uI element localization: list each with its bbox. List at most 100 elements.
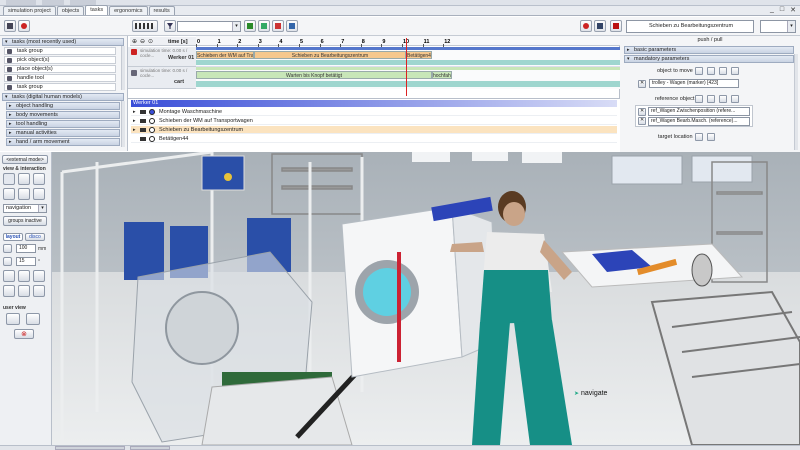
- close-icon[interactable]: ✕: [790, 6, 796, 14]
- clear-object-button[interactable]: [719, 67, 727, 75]
- distribute-button[interactable]: [3, 285, 15, 297]
- task-tree-header[interactable]: Werker 01: [131, 100, 617, 107]
- refresh-reference-button[interactable]: [731, 95, 739, 103]
- minimize-icon[interactable]: _: [770, 6, 774, 14]
- tab-simulation-project[interactable]: simulation project: [3, 6, 56, 15]
- reference-field[interactable]: ref_Wagen Bearb.Masch. (reference)...: [648, 117, 750, 126]
- pick-object-button[interactable]: [695, 67, 703, 75]
- pick-reference-button[interactable]: [695, 95, 703, 103]
- refresh-location-button[interactable]: [707, 133, 715, 141]
- scrollbar[interactable]: [121, 46, 125, 90]
- timeline-task[interactable]: Schieben der WM auf Tran: [196, 51, 254, 59]
- select-reference-button[interactable]: [707, 95, 715, 103]
- timeline-task[interactable]: Warten bis Knopf betätigt: [196, 71, 432, 79]
- rotate-tool-button[interactable]: [33, 173, 45, 185]
- tab-results[interactable]: results: [148, 6, 175, 15]
- groups-inactive-button[interactable]: groups inactive: [3, 216, 47, 226]
- pick-location-button[interactable]: [695, 133, 703, 141]
- external-mode-button[interactable]: <external mode>: [2, 155, 48, 164]
- select-object-button[interactable]: [707, 67, 715, 75]
- navigation-combo[interactable]: navigation ▾: [3, 204, 47, 213]
- task-filter-combo[interactable]: ▾: [177, 21, 241, 32]
- stop-button[interactable]: [272, 20, 284, 32]
- list-item[interactable]: place object(s): [4, 65, 116, 73]
- pan-tool-button[interactable]: [18, 173, 30, 185]
- selected-object-field[interactable]: Schieben zu Bearbeitungszentrum: [626, 20, 754, 33]
- list-item[interactable]: pick object(s): [4, 56, 116, 64]
- refresh-view-button[interactable]: [26, 313, 40, 325]
- remove-object-button[interactable]: ✕: [638, 80, 646, 88]
- filter-button[interactable]: [164, 20, 176, 32]
- angle-icon[interactable]: [3, 257, 12, 266]
- list-item[interactable]: task group: [4, 83, 116, 91]
- timeline-task[interactable]: Schieben zu Bearbeitungszentrum: [254, 51, 406, 59]
- chevron-down-icon[interactable]: ▾: [232, 22, 240, 31]
- zoom-fit-icon[interactable]: ⊙: [148, 38, 153, 45]
- walk-figures-button[interactable]: [132, 20, 158, 32]
- record-button[interactable]: [580, 20, 592, 32]
- clear-reference-button[interactable]: [719, 95, 727, 103]
- reset-view-button[interactable]: [33, 188, 45, 200]
- playhead-marker[interactable]: [406, 38, 407, 96]
- new-task-button[interactable]: [4, 20, 16, 32]
- snap-button[interactable]: [18, 285, 30, 297]
- expand-icon[interactable]: ▸: [133, 117, 136, 125]
- angle-value-field[interactable]: 15: [16, 257, 36, 266]
- group-dhm-tasks[interactable]: ▾ tasks (digital human models): [2, 93, 124, 101]
- maximize-icon[interactable]: □: [780, 6, 784, 14]
- 3d-viewport[interactable]: ➤ navigate: [52, 152, 800, 445]
- list-item[interactable]: handle tool: [4, 74, 116, 82]
- remove-reference-button[interactable]: ✕: [638, 108, 646, 116]
- section-basic-parameters[interactable]: ▸ basic parameters: [624, 46, 794, 54]
- subgroup-object-handling[interactable]: ▸ object handling: [6, 102, 120, 110]
- tab-objects[interactable]: objects: [56, 6, 85, 15]
- move-right-button[interactable]: [286, 20, 298, 32]
- chevron-down-icon[interactable]: ▾: [787, 21, 795, 32]
- align-center-button[interactable]: [18, 270, 30, 282]
- worker-row-header[interactable]: simulation time: 0.00 s / cocle... Werke…: [128, 47, 196, 67]
- table-row[interactable]: ▸ Schieben der WM auf Transportwagen: [131, 117, 617, 125]
- status-tabs[interactable]: [55, 446, 125, 450]
- align-right-button[interactable]: [33, 270, 45, 282]
- table-row[interactable]: ▸ Montage Waschmaschine: [131, 108, 617, 116]
- zoom-tool-button[interactable]: [3, 188, 15, 200]
- reference-field[interactable]: ref_Wagen Zwischenposition (refere...: [648, 107, 750, 116]
- step-value-field[interactable]: 100: [16, 244, 36, 253]
- subgroup-manual-activities[interactable]: ▸ manual activities: [6, 129, 120, 137]
- subgroup-tool-handling[interactable]: ▸ tool handling: [6, 120, 120, 128]
- timeline-task[interactable]: Betätigen4: [406, 51, 432, 59]
- table-row[interactable]: Betätigen44: [131, 135, 617, 143]
- zoom-out-icon[interactable]: ⊖: [140, 38, 145, 45]
- save-button[interactable]: [594, 20, 606, 32]
- subgroup-hand-arm-movement[interactable]: ▸ hand / arm movement: [6, 138, 120, 146]
- status-tabs[interactable]: [130, 446, 170, 450]
- measure-tool-button[interactable]: [18, 188, 30, 200]
- group-recent-tasks[interactable]: ▾ tasks (most recently used): [2, 38, 124, 46]
- object-to-move-field[interactable]: trolley - Wagen (marker) [423]: [649, 79, 739, 88]
- expand-icon[interactable]: ▸: [133, 108, 136, 116]
- section-mandatory-parameters[interactable]: ▾ mandatory parameters: [624, 55, 794, 63]
- tab-ergonomics[interactable]: ergonomics: [109, 6, 148, 15]
- select-tool-button[interactable]: [3, 173, 15, 185]
- tab-tasks[interactable]: tasks: [85, 5, 109, 15]
- grid-icon[interactable]: [3, 244, 12, 253]
- timeline-task[interactable]: hochfahr: [432, 71, 452, 79]
- remove-reference-button[interactable]: ✕: [638, 117, 646, 125]
- object-dropdown[interactable]: ▾: [760, 20, 796, 33]
- stop-simulation-icon[interactable]: ⊗: [14, 329, 34, 339]
- chevron-down-icon[interactable]: ▾: [38, 205, 46, 212]
- mirror-button[interactable]: [33, 285, 45, 297]
- tab-disco[interactable]: disco: [25, 233, 45, 241]
- delete-task-button[interactable]: [18, 20, 30, 32]
- list-item[interactable]: task group: [4, 47, 116, 55]
- scrollbar[interactable]: [121, 101, 125, 147]
- scrollbar[interactable]: [794, 54, 798, 150]
- refresh-object-button[interactable]: [731, 67, 739, 75]
- time-ruler[interactable]: 0123456789101112: [196, 36, 620, 47]
- stop-red-button[interactable]: [610, 20, 622, 32]
- move-left-button[interactable]: [258, 20, 270, 32]
- align-left-button[interactable]: [3, 270, 15, 282]
- subgroup-body-movements[interactable]: ▸ body movements: [6, 111, 120, 119]
- tab-layout[interactable]: layout: [3, 233, 23, 241]
- zoom-in-icon[interactable]: ⊕: [132, 38, 137, 45]
